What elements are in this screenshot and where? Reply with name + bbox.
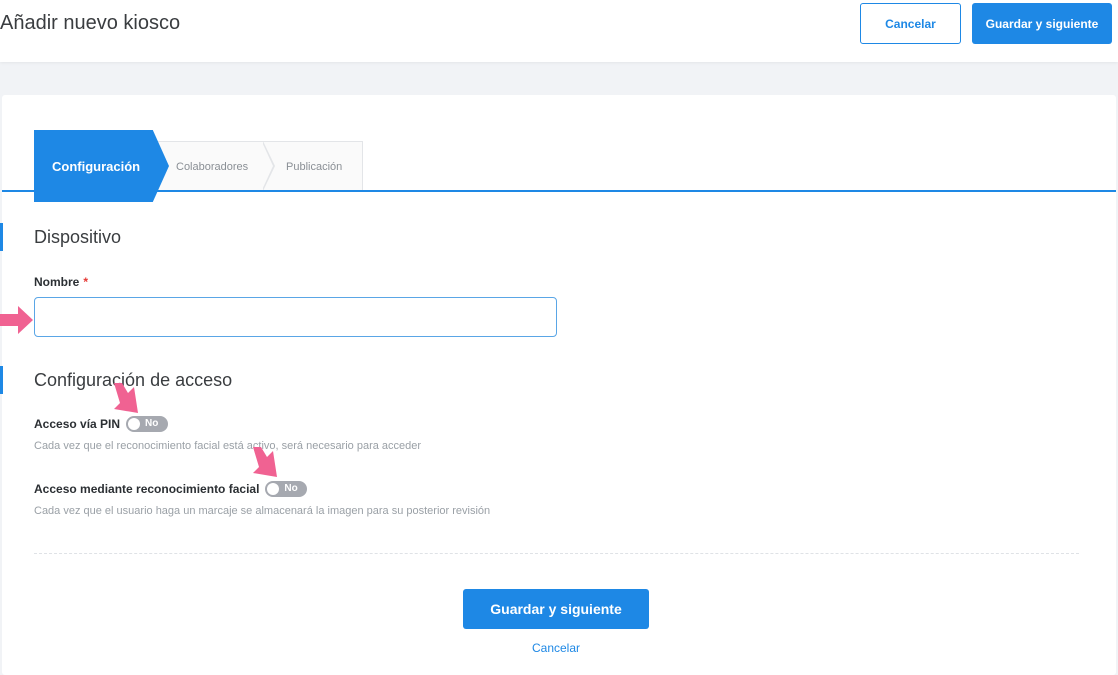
section-marker [0,223,3,251]
annotation-arrow-right-icon [0,306,33,334]
page-title: Añadir nuevo kiosco [0,12,181,34]
form-divider [34,553,1079,554]
save-and-next-button-bottom[interactable]: Guardar y siguiente [463,589,649,629]
step-label: Publicación [286,160,343,173]
section-marker [0,366,3,394]
device-section-title: Dispositivo [34,227,122,247]
save-and-next-button[interactable]: Guardar y siguiente [972,3,1112,44]
pin-access-label: Acceso vía PIN [34,417,121,431]
cancel-link[interactable]: Cancelar [463,641,649,655]
annotation-arrow-down-icon [114,383,138,413]
facial-access-help: Cada vez que el usuario haga un marcaje … [34,505,491,517]
form-card: Publicación Colaboradores Configuración … [0,95,1116,675]
toggle-state: No [284,483,298,494]
name-input[interactable] [34,297,557,337]
pin-access-help: Cada vez que el reconocimiento facial es… [34,440,422,452]
top-bar: Añadir nuevo kiosco Cancelar Guardar y s… [0,0,1118,62]
step-tab-collaborators[interactable]: Colaboradores [152,141,278,191]
step-label: Configuración [52,158,141,174]
name-field-label: Nombre * [34,275,88,289]
facial-access-row: Acceso mediante reconocimiento facial No [34,481,308,497]
required-mark: * [83,275,89,289]
steps-underline [2,190,1116,192]
toggle-knob [128,418,141,430]
facial-access-toggle[interactable]: No [265,481,308,497]
name-label-text: Nombre [34,275,80,289]
step-label: Colaboradores [176,160,249,173]
cancel-button[interactable]: Cancelar [860,3,961,44]
pin-access-row: Acceso vía PIN No [34,416,169,432]
pin-access-toggle[interactable]: No [126,416,169,432]
toggle-state: No [145,418,159,429]
facial-access-label: Acceso mediante reconocimiento facial [34,482,260,496]
toggle-knob [267,483,280,495]
step-separator-fill [262,142,273,190]
annotation-arrow-down-icon [253,447,277,477]
